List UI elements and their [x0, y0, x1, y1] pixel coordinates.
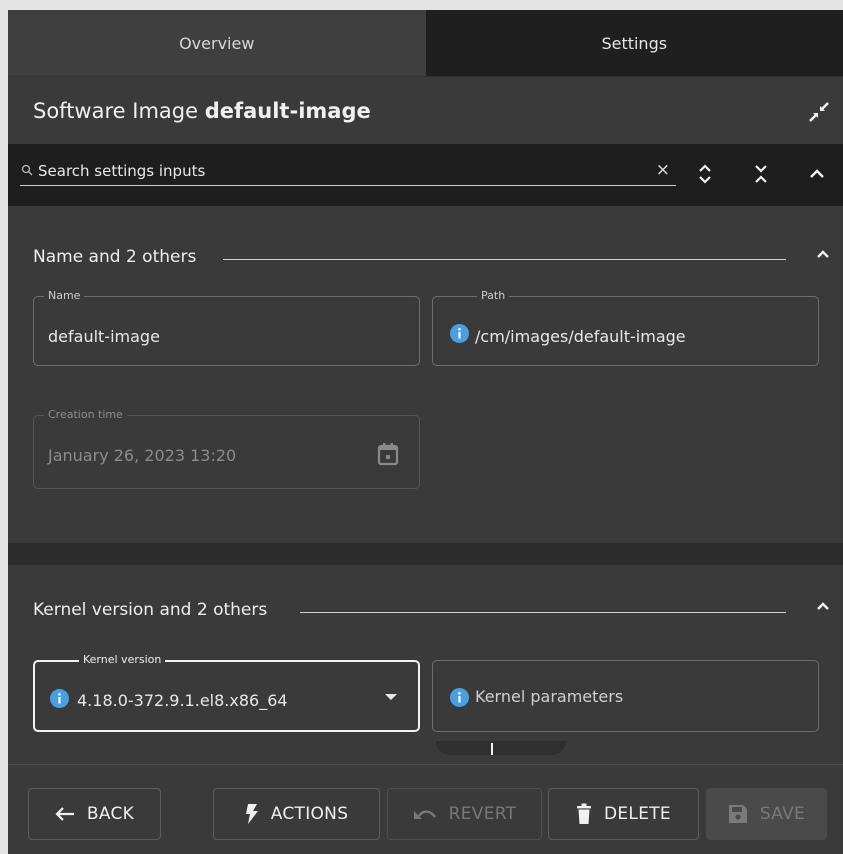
section-name: Name and 2 others Name default-image Pat… [8, 206, 843, 543]
delete-label: DELETE [604, 804, 671, 824]
clear-search-button[interactable]: × [656, 160, 670, 180]
search-field: × [20, 158, 676, 186]
section-separator [8, 543, 843, 565]
kernel-parameters-label: Kernel parameters [475, 687, 624, 706]
path-label: Path [477, 290, 510, 302]
name-value: default-image [48, 327, 160, 346]
tab-bar: Overview Settings [8, 10, 843, 76]
info-icon[interactable] [50, 689, 69, 708]
revert-label: REVERT [448, 804, 517, 824]
search-input[interactable] [38, 160, 638, 182]
creation-time-field: Creation time January 26, 2023 13:20 [33, 409, 420, 489]
page-title-name: default-image [204, 99, 371, 123]
creation-time-value: January 26, 2023 13:20 [48, 446, 237, 465]
trash-icon [577, 803, 591, 824]
save-button[interactable]: SAVE [706, 788, 827, 840]
lightning-icon [245, 804, 258, 824]
kernel-version-select[interactable]: Kernel version 4.18.0-372.9.1.el8.x86_64 [33, 654, 420, 732]
tab-overview[interactable]: Overview [8, 10, 426, 76]
section-title[interactable]: Kernel version and 2 others [33, 600, 267, 620]
back-label: BACK [86, 804, 135, 824]
save-label: SAVE [759, 804, 806, 824]
arrow-left-icon [55, 807, 74, 821]
creation-time-label: Creation time [44, 409, 127, 421]
kernel-parameters-field[interactable]: Kernel parameters [432, 660, 819, 732]
back-button[interactable]: BACK [28, 788, 161, 840]
kernel-version-value: 4.18.0-372.9.1.el8.x86_64 [77, 691, 288, 710]
section-title[interactable]: Name and 2 others [33, 247, 196, 267]
tab-settings[interactable]: Settings [425, 10, 843, 76]
section-collapse-icon[interactable] [815, 600, 831, 612]
section-kernel: Kernel version and 2 others Kernel versi… [8, 565, 843, 764]
path-value: /cm/images/default-image [475, 327, 686, 346]
actions-button[interactable]: ACTIONS [213, 788, 380, 840]
name-field[interactable]: Name default-image [33, 290, 420, 366]
kernel-version-label: Kernel version [79, 654, 166, 666]
info-icon[interactable] [450, 324, 469, 343]
path-field[interactable]: Path /cm/images/default-image [432, 290, 819, 366]
app-window: Overview Settings Software Image default… [8, 10, 843, 854]
name-label: Name [44, 290, 85, 302]
actions-label: ACTIONS [270, 804, 349, 824]
footer-actions: BACK ACTIONS REVERT DELETE SAVE [8, 764, 843, 854]
undo-icon [413, 810, 436, 819]
search-bar: × [8, 144, 843, 206]
revert-button[interactable]: REVERT [387, 788, 542, 840]
save-icon [728, 805, 747, 823]
text-cursor [491, 743, 493, 755]
title-bar: Software Image default-image [8, 76, 843, 144]
section-divider [223, 259, 786, 260]
expand-all-icon[interactable] [695, 162, 715, 186]
page-title-prefix: Software Image [33, 99, 205, 123]
dropdown-arrow-icon[interactable] [384, 692, 398, 702]
section-collapse-icon[interactable] [815, 248, 831, 260]
scroll-handle[interactable] [436, 741, 566, 755]
collapse-icon[interactable] [807, 100, 831, 124]
collapse-all-icon[interactable] [751, 162, 771, 186]
delete-button[interactable]: DELETE [548, 788, 699, 840]
calendar-icon [377, 443, 399, 466]
search-icon [21, 164, 33, 176]
info-icon[interactable] [450, 688, 469, 707]
chevron-up-icon[interactable] [807, 162, 827, 186]
page-title: Software Image default-image [33, 99, 371, 123]
section-divider [300, 612, 786, 613]
